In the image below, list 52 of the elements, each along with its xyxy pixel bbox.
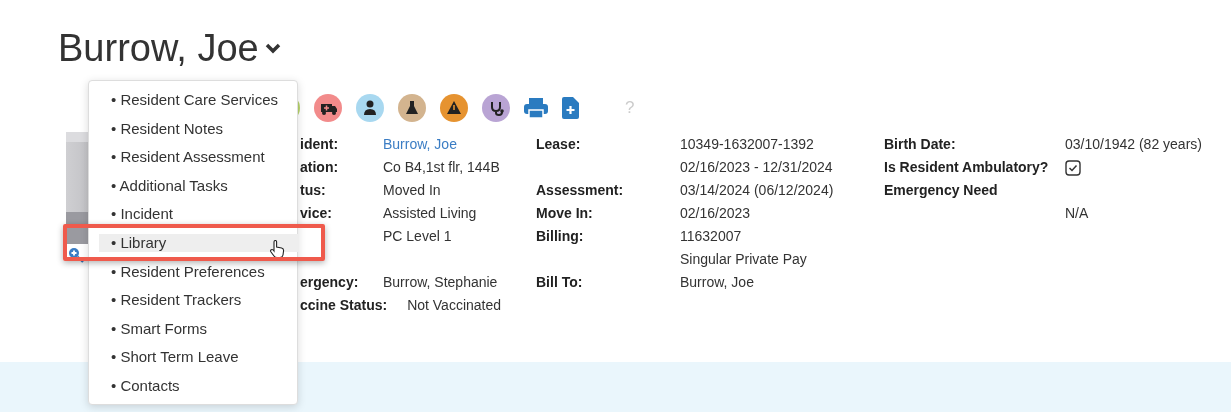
field-value: Not Vaccinated xyxy=(407,297,502,313)
doctor-icon[interactable] xyxy=(356,94,384,122)
menu-item[interactable]: • Resident Assessment xyxy=(99,148,299,167)
flask-icon[interactable] xyxy=(398,94,426,122)
field-label: ccine Status: xyxy=(300,297,389,313)
field-value: Burrow, Joe xyxy=(680,274,754,290)
field-value: N/A xyxy=(1065,205,1089,221)
ambulance-icon[interactable] xyxy=(314,94,342,122)
field-label: Move In: xyxy=(536,205,593,221)
field-label: Emergency Need xyxy=(884,182,998,198)
menu-item[interactable]: • Additional Tasks xyxy=(99,176,299,195)
field-value: 03/14/2024 (06/12/2024) xyxy=(680,182,834,198)
resident-name-title: Burrow, Joe xyxy=(58,26,259,70)
resident-link[interactable]: Burrow, Joe xyxy=(383,136,457,152)
hand-cursor-icon xyxy=(269,239,285,258)
menu-item[interactable]: • Resident Trackers xyxy=(99,291,299,310)
field-value: Burrow, Stephanie xyxy=(383,274,498,290)
field-label: vice: xyxy=(300,205,333,221)
field-label: Assessment: xyxy=(536,182,624,198)
field-label: tus: xyxy=(300,182,327,198)
menu-item[interactable]: • Resident Notes xyxy=(99,119,299,138)
field-value: Assisted Living xyxy=(383,205,477,221)
field-value: Co B4,1st flr, 144B xyxy=(383,159,500,175)
field-label: Bill To: xyxy=(536,274,583,290)
field-value: 03/10/1942 (82 years) xyxy=(1065,136,1202,152)
stethoscope-icon[interactable] xyxy=(482,94,510,122)
menu-item[interactable]: • Incident xyxy=(99,205,299,224)
chevron-down-icon[interactable] xyxy=(264,42,281,54)
field-value: PC Level 1 xyxy=(383,228,452,244)
menu-item[interactable]: • Resident Preferences xyxy=(99,262,299,281)
field-label: ation: xyxy=(300,159,340,175)
field-value: 11632007 xyxy=(680,228,742,244)
printer-icon[interactable] xyxy=(524,97,548,119)
field-value: 10349-1632007-1392 xyxy=(680,136,814,152)
field-value: 02/16/2023 xyxy=(680,205,751,221)
field-value: 02/16/2023 - 12/31/2024 xyxy=(680,159,833,175)
menu-item[interactable]: • Resident Care Services xyxy=(99,91,299,109)
field-label: ident: xyxy=(300,136,340,152)
zoom-in-icon[interactable] xyxy=(68,247,86,263)
menu-item[interactable]: • Smart Forms xyxy=(99,319,299,338)
field-value: Singular Private Pay xyxy=(680,251,807,267)
menu-item[interactable]: • Short Term Leave xyxy=(99,348,299,367)
checkbox[interactable] xyxy=(1065,159,1081,176)
field-value: Moved In xyxy=(383,182,441,198)
menu-item[interactable]: • Contacts xyxy=(99,376,299,395)
add-document-icon[interactable] xyxy=(562,97,579,119)
field-label: Birth Date: xyxy=(884,136,956,152)
field-label: Is Resident Ambulatory? xyxy=(884,159,1049,175)
field-label: ergency: xyxy=(300,274,360,290)
field-label: Billing: xyxy=(536,228,584,244)
warning-icon[interactable] xyxy=(440,94,468,122)
field-label: Lease: xyxy=(536,136,581,152)
